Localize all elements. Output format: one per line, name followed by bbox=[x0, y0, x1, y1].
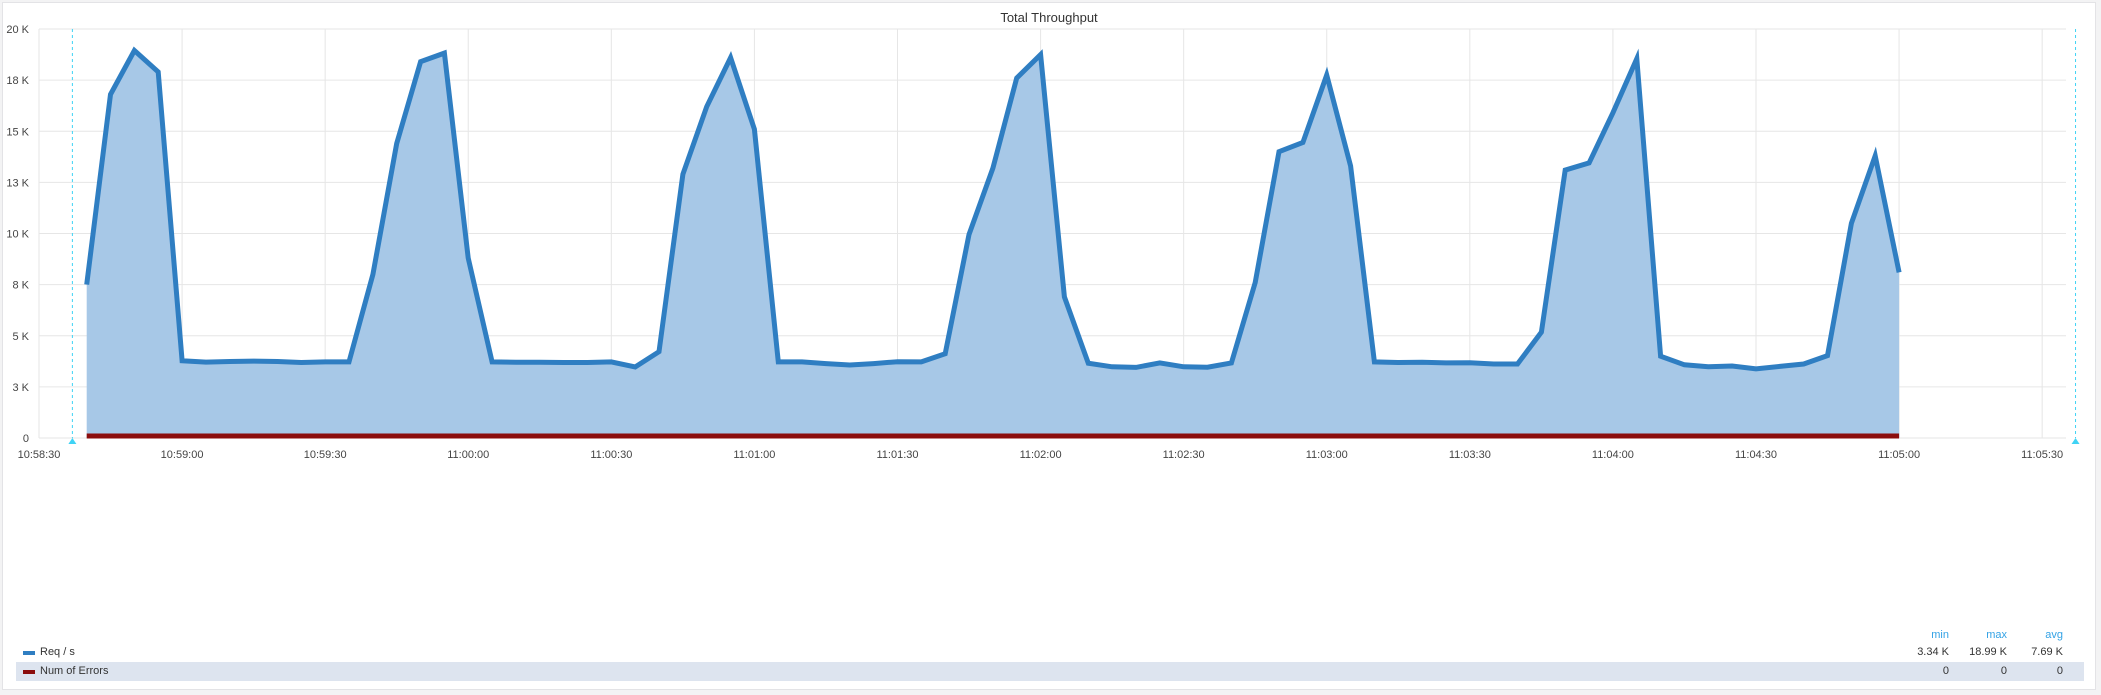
legend-req-max: 18.99 K bbox=[1969, 646, 2007, 658]
legend-swatch-req bbox=[23, 651, 35, 655]
legend-header-min[interactable]: min bbox=[1889, 629, 1949, 641]
x-tick-label: 10:59:00 bbox=[161, 449, 204, 461]
legend-item-req-per-sec[interactable]: Req / s 3.34 K 18.99 K 7.69 K bbox=[16, 643, 2084, 662]
y-tick-label: 0 bbox=[23, 433, 29, 445]
x-tick-label: 11:01:00 bbox=[733, 449, 775, 461]
chart-plot[interactable]: 10:58:30 10:59:00 10:59:30 11:00:00 11:00:30… bbox=[3, 3, 2097, 623]
legend-label-req[interactable]: Req / s bbox=[40, 646, 75, 658]
y-tick-label: 5 K bbox=[12, 331, 29, 343]
y-tick-label: 3 K bbox=[12, 382, 29, 394]
range-marker-handle bbox=[2071, 438, 2080, 444]
y-tick-label: 13 K bbox=[6, 177, 29, 189]
y-tick-label: 20 K bbox=[6, 24, 29, 36]
legend-header-avg[interactable]: avg bbox=[2003, 629, 2063, 641]
legend-req-avg: 7.69 K bbox=[2031, 646, 2063, 658]
legend-errors-max: 0 bbox=[2000, 665, 2007, 677]
y-tick-label: 15 K bbox=[6, 126, 29, 138]
x-tick-label: 10:59:30 bbox=[304, 449, 347, 461]
x-tick-label: 11:05:00 bbox=[1878, 449, 1920, 461]
legend-swatch-errors bbox=[23, 670, 35, 674]
x-tick-label: 11:02:00 bbox=[1020, 449, 1062, 461]
x-tick-label: 11:03:30 bbox=[1449, 449, 1491, 461]
y-tick-label: 10 K bbox=[6, 229, 29, 241]
legend-errors-avg: 0 bbox=[2056, 665, 2063, 677]
x-tick-label: 11:00:00 bbox=[447, 449, 489, 461]
legend-errors-min: 0 bbox=[1942, 665, 1949, 677]
y-tick-label: 18 K bbox=[6, 75, 29, 87]
legend-label-errors[interactable]: Num of Errors bbox=[40, 665, 108, 677]
x-tick-label: 11:05:30 bbox=[2021, 449, 2063, 461]
x-tick-label: 11:02:30 bbox=[1163, 449, 1205, 461]
x-tick-label: 11:00:30 bbox=[590, 449, 632, 461]
legend-header-max[interactable]: max bbox=[1947, 629, 2007, 641]
chart-panel: Total Throughput 10:58:30 10:59:00 10:59:3… bbox=[2, 2, 2096, 690]
y-tick-label: 8 K bbox=[12, 280, 29, 292]
x-tick-label: 10:58:30 bbox=[18, 449, 61, 461]
x-tick-label: 11:04:30 bbox=[1735, 449, 1777, 461]
legend-req-min: 3.34 K bbox=[1917, 646, 1949, 658]
x-tick-label: 11:04:00 bbox=[1592, 449, 1634, 461]
legend-item-num-of-errors[interactable]: Num of Errors 0 0 0 bbox=[16, 662, 2084, 681]
x-tick-label: 11:01:30 bbox=[876, 449, 918, 461]
x-tick-label: 11:03:00 bbox=[1306, 449, 1348, 461]
series-area-req bbox=[86, 50, 1900, 438]
range-marker-handle bbox=[68, 438, 77, 444]
